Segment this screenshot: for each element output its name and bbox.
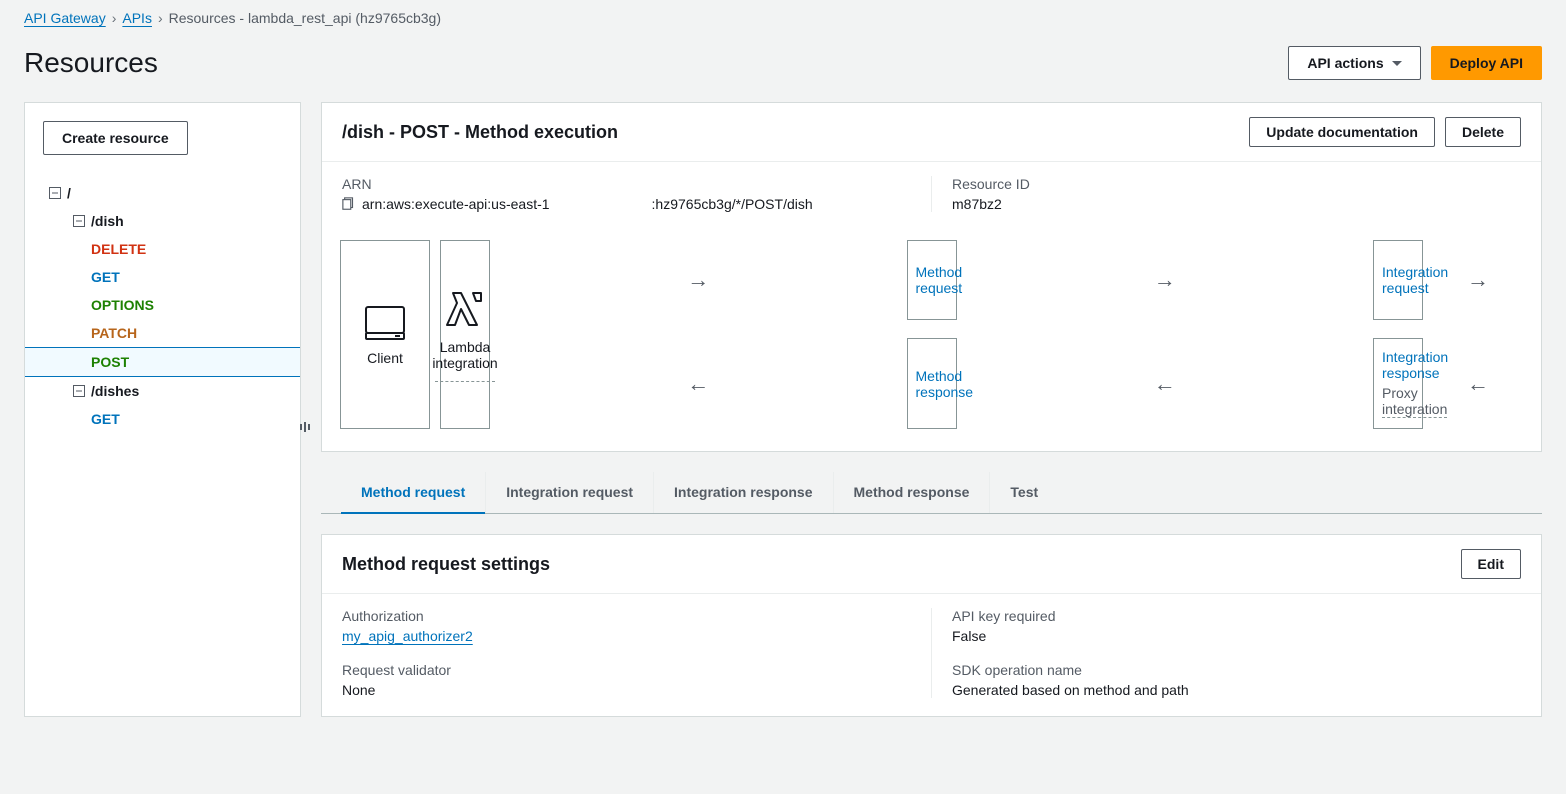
method-request-settings-panel: Method request settings Edit Authorizati…: [321, 534, 1542, 717]
method-execution-title: /dish - POST - Method execution: [342, 122, 618, 143]
client-label: Client: [367, 350, 403, 366]
page-title: Resources: [24, 47, 158, 79]
resource-id-value: m87bz2: [952, 196, 1521, 212]
method-label: OPTIONS: [91, 297, 154, 313]
method-label: DELETE: [91, 241, 146, 257]
arrow-left-icon: ←: [1433, 338, 1523, 429]
breadcrumb-current: Resources - lambda_rest_api (hz9765cb3g): [169, 10, 441, 26]
tree-method-patch[interactable]: PATCH: [25, 319, 300, 347]
arrow-right-icon: →: [967, 240, 1364, 320]
method-response-box[interactable]: Method response: [907, 338, 957, 429]
flow-client-box: Client: [340, 240, 430, 429]
sdk-value: Generated based on method and path: [952, 682, 1521, 698]
arrow-right-icon: →: [500, 240, 897, 320]
arn-text-2: :hz9765cb3g/*/POST/dish: [652, 196, 813, 212]
tree-root[interactable]: /: [25, 179, 300, 207]
tab-method-request[interactable]: Method request: [341, 472, 485, 514]
method-request-box[interactable]: Method request: [907, 240, 957, 320]
method-execution-panel: /dish - POST - Method execution Update d…: [321, 102, 1542, 452]
arn-label: ARN: [342, 176, 911, 192]
breadcrumb-apis[interactable]: APIs: [122, 10, 152, 26]
integration-request-box[interactable]: Integration request: [1373, 240, 1423, 320]
lambda-label: Lambda integration: [432, 339, 497, 371]
delete-button[interactable]: Delete: [1445, 117, 1521, 147]
chevron-right-icon: ›: [158, 10, 163, 26]
edit-button[interactable]: Edit: [1461, 549, 1521, 579]
resource-tree: / /dish DELETE GET OPTIONS PATCH POST /d…: [25, 173, 300, 457]
flow-lambda-box[interactable]: Lambda integration: [440, 240, 490, 429]
validator-label: Request validator: [342, 662, 911, 678]
sdk-label: SDK operation name: [952, 662, 1521, 678]
api-actions-dropdown[interactable]: API actions: [1288, 46, 1420, 80]
tab-integration-response[interactable]: Integration response: [653, 472, 832, 513]
flow-box-title: Method response: [916, 368, 974, 400]
method-label: PATCH: [91, 325, 137, 341]
tree-method-get-dishes[interactable]: GET: [25, 405, 300, 433]
breadcrumb: API Gateway › APIs › Resources - lambda_…: [0, 0, 1566, 32]
tab-test[interactable]: Test: [989, 472, 1058, 513]
authorization-label: Authorization: [342, 608, 911, 624]
tree-dish[interactable]: /dish: [25, 207, 300, 235]
panel-resize-handle[interactable]: [300, 422, 310, 432]
arrow-right-icon: →: [1433, 240, 1523, 320]
tree-method-delete[interactable]: DELETE: [25, 235, 300, 263]
authorization-link[interactable]: my_apig_authorizer2: [342, 628, 473, 644]
api-key-label: API key required: [952, 608, 1521, 624]
collapse-icon[interactable]: [49, 187, 61, 199]
client-icon: [363, 304, 407, 342]
deploy-api-button[interactable]: Deploy API: [1431, 46, 1542, 80]
dashed-line: [435, 381, 495, 382]
tab-method-response[interactable]: Method response: [833, 472, 990, 513]
resources-sidebar: Create resource / /dish DELETE GET OPTIO…: [24, 102, 301, 717]
chevron-right-icon: ›: [112, 10, 117, 26]
tree-label: /: [67, 185, 71, 201]
tabs-bar: Method request Integration request Integ…: [321, 472, 1542, 514]
copy-icon[interactable]: [342, 197, 356, 211]
method-label: POST: [91, 354, 129, 370]
arrow-left-icon: ←: [500, 338, 897, 429]
tree-label: /dishes: [91, 383, 139, 399]
settings-heading: Method request settings: [342, 554, 550, 575]
tree-dishes[interactable]: /dishes: [25, 377, 300, 405]
collapse-icon[interactable]: [73, 215, 85, 227]
resource-id-label: Resource ID: [952, 176, 1521, 192]
create-resource-button[interactable]: Create resource: [43, 121, 188, 155]
tab-integration-request[interactable]: Integration request: [485, 472, 653, 513]
method-label: GET: [91, 269, 120, 285]
tree-label: /dish: [91, 213, 124, 229]
integration-response-box[interactable]: Integration response Proxy integration: [1373, 338, 1423, 429]
api-actions-label: API actions: [1307, 53, 1383, 73]
caret-down-icon: [1392, 61, 1402, 66]
validator-value: None: [342, 682, 911, 698]
tree-method-get[interactable]: GET: [25, 263, 300, 291]
arn-value: arn:aws:execute-api:us-east-1 :hz9765cb3…: [342, 196, 911, 212]
breadcrumb-root[interactable]: API Gateway: [24, 10, 106, 26]
tree-method-post[interactable]: POST: [25, 347, 300, 377]
arrow-left-icon: ←: [967, 338, 1364, 429]
method-label: GET: [91, 411, 120, 427]
flow-box-title: Method request: [916, 264, 963, 296]
tree-method-options[interactable]: OPTIONS: [25, 291, 300, 319]
collapse-icon[interactable]: [73, 385, 85, 397]
update-documentation-button[interactable]: Update documentation: [1249, 117, 1435, 147]
api-key-value: False: [952, 628, 1521, 644]
lambda-icon: [443, 287, 487, 331]
arn-text-1: arn:aws:execute-api:us-east-1: [362, 196, 550, 212]
